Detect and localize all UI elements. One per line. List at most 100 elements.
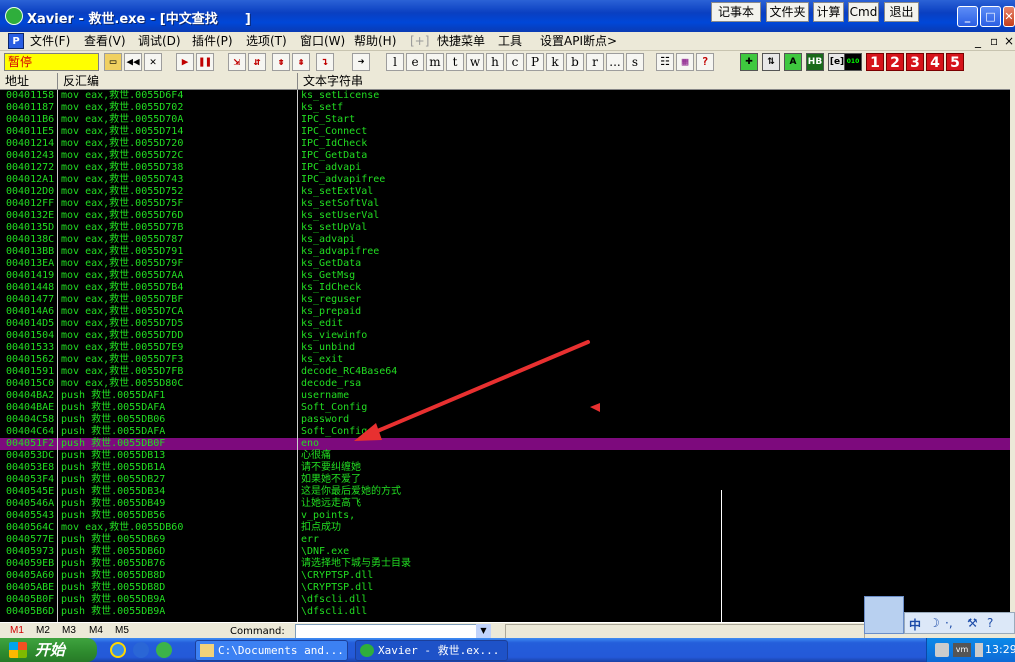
menu-help[interactable]: 帮助(H): [354, 33, 396, 50]
clock: 13:29: [985, 643, 1015, 656]
mdi-restore-icon[interactable]: ▫: [990, 33, 998, 50]
app-icon: [360, 644, 374, 657]
source-button[interactable]: s: [626, 53, 644, 71]
call-stack-button[interactable]: k: [546, 53, 564, 71]
help-icon[interactable]: ?: [696, 53, 714, 71]
patches-button[interactable]: P: [526, 53, 544, 71]
menu-plugins[interactable]: 插件(P): [192, 33, 233, 50]
cpu-button[interactable]: c: [506, 53, 524, 71]
mdi-minimize-icon[interactable]: _: [975, 33, 981, 50]
close-x-icon[interactable]: ✕: [144, 53, 162, 71]
plugin-cross-icon[interactable]: ✚: [740, 53, 758, 71]
header-address[interactable]: 地址: [0, 73, 58, 90]
command-label: Command:: [230, 626, 285, 637]
punct-icon[interactable]: ·,: [945, 616, 953, 630]
qq-avatar[interactable]: [864, 596, 904, 634]
threads-button[interactable]: t: [446, 53, 464, 71]
chevron-down-icon[interactable]: ▼: [476, 624, 491, 639]
notepad-button[interactable]: 记事本: [711, 2, 761, 22]
menu-set-api-breakpoint[interactable]: 设置API断点>: [540, 33, 617, 50]
execute-till-return-icon[interactable]: ↴: [316, 53, 334, 71]
header-string[interactable]: 文本字符串: [298, 73, 1010, 90]
trace-over-icon[interactable]: ⇞: [292, 53, 310, 71]
plugin-4-button[interactable]: 4: [926, 53, 944, 71]
menu-options[interactable]: 选项(T): [246, 33, 287, 50]
menu-shortcut[interactable]: 快捷菜单: [437, 33, 485, 50]
modules-button[interactable]: e: [406, 53, 424, 71]
step-into-icon[interactable]: ⇲: [228, 53, 246, 71]
mtab-1[interactable]: M1: [10, 625, 24, 636]
window-title: Xavier - 救世.exe - [中文查找 ]: [27, 12, 251, 27]
plugin-1-button[interactable]: 1: [866, 53, 884, 71]
start-button[interactable]: 开始: [0, 638, 97, 662]
mtab-4[interactable]: M4: [89, 625, 103, 636]
minimize-icon[interactable]: _: [957, 6, 978, 27]
close-icon[interactable]: ✕: [1003, 6, 1015, 27]
task-explorer[interactable]: C:\Documents and...: [195, 640, 348, 661]
menu-file[interactable]: 文件(F): [30, 33, 70, 50]
string-list[interactable]: 00401158 mov eax,救世.0055D6F4 ks_setLicense…: [0, 90, 1010, 622]
exit-button[interactable]: 退出: [884, 2, 919, 22]
plugin-2-button[interactable]: 2: [886, 53, 904, 71]
trace-into-icon[interactable]: ⇟: [272, 53, 290, 71]
log-button[interactable]: l: [386, 53, 404, 71]
plugin-a-icon[interactable]: A: [784, 53, 802, 71]
header-disasm[interactable]: 反汇编: [58, 73, 298, 90]
mtab-3[interactable]: M3: [62, 625, 76, 636]
pause-icon[interactable]: ❚❚: [196, 53, 214, 71]
ie-icon[interactable]: [110, 642, 126, 658]
run-icon[interactable]: ▶: [176, 53, 194, 71]
plugin-3-button[interactable]: 3: [906, 53, 924, 71]
annotation-arrow: [354, 340, 600, 441]
menu-plus[interactable]: [+]: [410, 33, 429, 50]
goto-icon[interactable]: ➜: [352, 53, 370, 71]
command-input[interactable]: [295, 624, 491, 639]
task-explorer-label: C:\Documents and...: [218, 644, 344, 657]
plugin-5-button[interactable]: 5: [946, 53, 964, 71]
open-icon[interactable]: ▭: [104, 53, 122, 71]
windows-button[interactable]: w: [466, 53, 484, 71]
menu-window[interactable]: 窗口(W): [300, 33, 345, 50]
plugin-updown-icon[interactable]: ⇅: [762, 53, 780, 71]
mdi-close-icon[interactable]: ×: [1004, 33, 1014, 50]
ime-mode[interactable]: 中: [909, 616, 921, 633]
options-icon[interactable]: ▦: [676, 53, 694, 71]
run-trace-button[interactable]: ...: [606, 53, 624, 71]
rewind-icon[interactable]: ◀◀: [124, 53, 142, 71]
vm-icon[interactable]: vm: [953, 643, 971, 657]
plugin-hb-icon[interactable]: HB: [806, 53, 824, 71]
menu-bar: P 文件(F) 查看(V) 调试(D) 插件(P) 选项(T) 窗口(W) 帮助…: [0, 32, 1015, 51]
calc-button[interactable]: 计算: [813, 2, 844, 22]
quicklaunch-icon[interactable]: [133, 642, 149, 658]
plugin-binary-icon[interactable]: 010: [844, 53, 862, 71]
status-box: [505, 624, 865, 639]
list-view-icon[interactable]: ☷: [656, 53, 674, 71]
maximize-icon[interactable]: □: [980, 6, 1001, 27]
step-over-icon[interactable]: ⇵: [248, 53, 266, 71]
status-field: 暂停: [4, 53, 99, 71]
cmd-button[interactable]: Cmd: [848, 2, 879, 22]
mtab-2[interactable]: M2: [36, 625, 50, 636]
volume-icon[interactable]: [975, 643, 983, 657]
memory-button[interactable]: m: [426, 53, 444, 71]
wrench-icon[interactable]: ⚒: [967, 616, 978, 630]
mtab-5[interactable]: M5: [115, 625, 129, 636]
toolbar: 暂停 ▭ ◀◀ ✕ ▶ ❚❚ ⇲ ⇵ ⇟ ⇞ ↴ ➜ l e m t w h c…: [0, 52, 1015, 72]
moon-icon[interactable]: ☽: [929, 616, 940, 630]
menu-tools[interactable]: 工具: [498, 33, 522, 50]
taskbar: 开始 C:\Documents and... Xavier - 救世.ex...…: [0, 638, 1015, 662]
folder-button[interactable]: 文件夹: [766, 2, 809, 22]
task-xavier[interactable]: Xavier - 救世.ex...: [355, 640, 508, 661]
browser-icon[interactable]: [156, 642, 172, 658]
references-button[interactable]: r: [586, 53, 604, 71]
menu-view[interactable]: 查看(V): [84, 33, 126, 50]
network-icon[interactable]: [935, 643, 949, 657]
help-circle-icon[interactable]: ?: [987, 616, 993, 630]
plugin-menu-icon[interactable]: P: [8, 33, 24, 49]
breakpoints-button[interactable]: b: [566, 53, 584, 71]
handles-button[interactable]: h: [486, 53, 504, 71]
start-label: 开始: [35, 641, 66, 659]
menu-debug[interactable]: 调试(D): [138, 33, 181, 50]
vertical-scrollbar[interactable]: [1010, 73, 1015, 623]
ime-bar[interactable]: 中 ☽ ·, ⚒ ?: [904, 612, 1015, 634]
